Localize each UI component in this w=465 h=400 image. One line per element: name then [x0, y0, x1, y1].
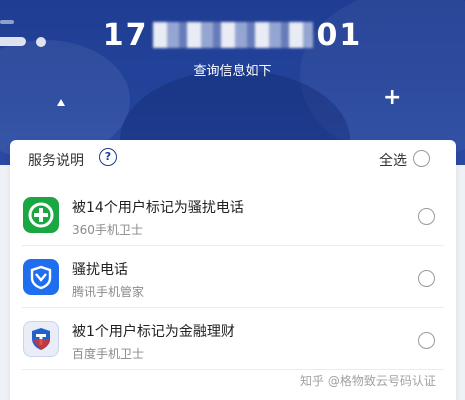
- select-all-label[interactable]: 全选: [379, 150, 407, 170]
- result-item-baidu[interactable]: 被1个用户标记为金融理财 百度手机卫士: [10, 308, 456, 370]
- select-all-radio[interactable]: [413, 150, 430, 167]
- phone-suffix: 01: [316, 18, 363, 53]
- result-source: 腾讯手机管家: [72, 285, 145, 299]
- query-subtitle: 查询信息如下: [193, 64, 272, 79]
- result-source: 360手机卫士: [72, 223, 143, 237]
- result-item-tencent[interactable]: 骚扰电话 腾讯手机管家: [10, 246, 456, 308]
- result-source: 百度手机卫士: [72, 347, 145, 361]
- card-header: 服务说明 ? 全选: [10, 140, 456, 178]
- service-description-label: 服务说明: [28, 153, 84, 169]
- result-title: 被14个用户标记为骚扰电话: [72, 200, 244, 216]
- result-title: 骚扰电话: [72, 262, 128, 278]
- help-icon[interactable]: ?: [99, 148, 117, 166]
- phone-prefix: 17: [102, 18, 149, 53]
- result-radio[interactable]: [418, 332, 435, 349]
- result-radio[interactable]: [418, 208, 435, 225]
- result-title: 被1个用户标记为金融理财: [72, 324, 235, 340]
- tencent-manager-icon: [23, 259, 59, 295]
- plus-icon: +: [383, 85, 402, 110]
- triangle-icon: [57, 99, 65, 106]
- divider: [22, 369, 444, 370]
- 360-security-icon: [23, 197, 59, 233]
- phone-mask: [152, 22, 313, 48]
- results-card: 服务说明 ? 全选 被14个用户标记为骚扰电话 360手机卫士 骚扰电话 腾讯手…: [10, 140, 456, 400]
- result-radio[interactable]: [418, 270, 435, 287]
- baidu-guard-icon: [23, 321, 59, 357]
- result-item-360[interactable]: 被14个用户标记为骚扰电话 360手机卫士: [10, 184, 456, 246]
- phone-number: 17 01: [0, 18, 465, 53]
- watermark-text: 知乎 @格物致云号码认证: [300, 374, 436, 388]
